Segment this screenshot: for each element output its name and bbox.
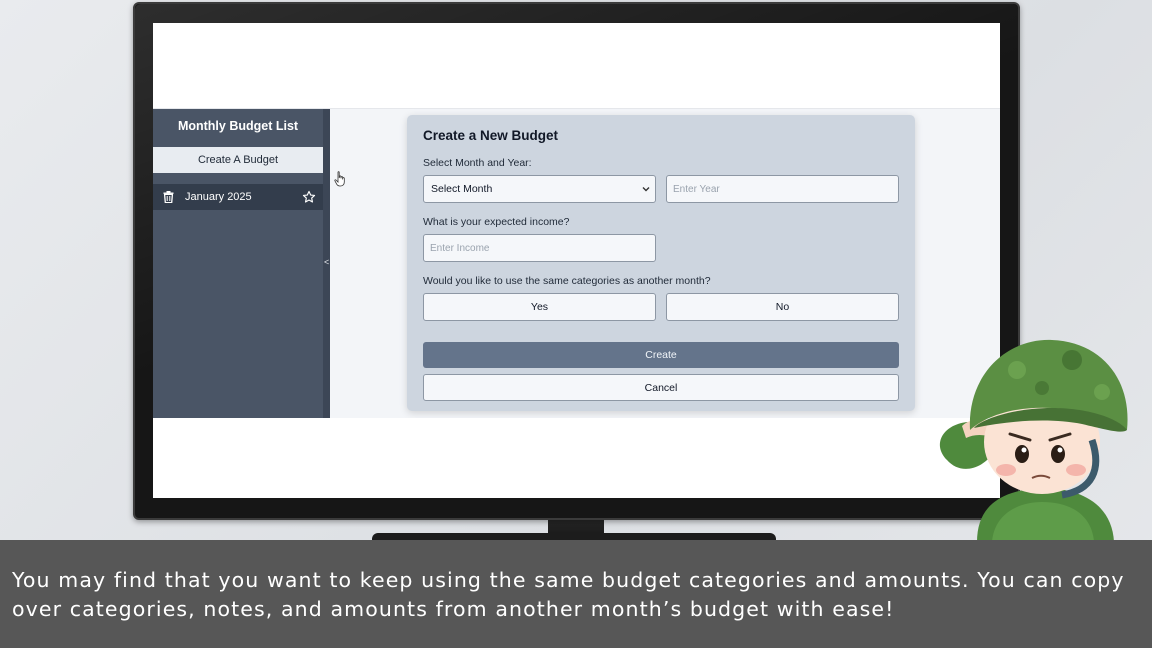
create-a-budget-button[interactable]: Create A Budget [153,147,323,173]
caption-text: You may find that you want to keep using… [12,568,1125,621]
year-input[interactable]: Enter Year [666,175,899,203]
app-area: Monthly Budget List Create A Budget Janu… [153,109,1000,418]
star-icon[interactable] [302,190,316,204]
sidebar-item-label: January 2025 [185,191,252,203]
sidebar-collapse-arrow[interactable]: < [324,257,329,267]
screen-bottom-area [153,418,1000,498]
create-button[interactable]: Create [423,342,899,368]
no-button[interactable]: No [666,293,899,321]
modal-title: Create a New Budget [423,128,559,143]
income-input[interactable]: Enter Income [423,234,656,262]
month-year-label: Select Month and Year: [423,157,532,169]
browser-top-area [153,23,1000,109]
hand-cursor-icon [334,171,346,187]
trash-icon[interactable] [161,190,175,204]
month-select-value: Select Month [431,183,493,195]
sidebar-item-january-2025[interactable]: January 2025 [153,184,323,210]
same-categories-label: Would you like to use the same categorie… [423,275,711,287]
caption-bar: You may find that you want to keep using… [0,540,1152,648]
monitor-screen: Monthly Budget List Create A Budget Janu… [153,23,1000,498]
yes-button[interactable]: Yes [423,293,656,321]
sidebar-title: Monthly Budget List [177,119,299,133]
month-select[interactable]: Select Month [423,175,656,203]
cancel-button[interactable]: Cancel [423,374,899,401]
soldier-mascot-icon [939,339,1128,542]
create-budget-modal: Create a New Budget Select Month and Yea… [407,115,915,411]
chevron-down-icon [642,184,650,194]
income-label: What is your expected income? [423,216,570,228]
sidebar: Monthly Budget List Create A Budget Janu… [153,109,323,418]
